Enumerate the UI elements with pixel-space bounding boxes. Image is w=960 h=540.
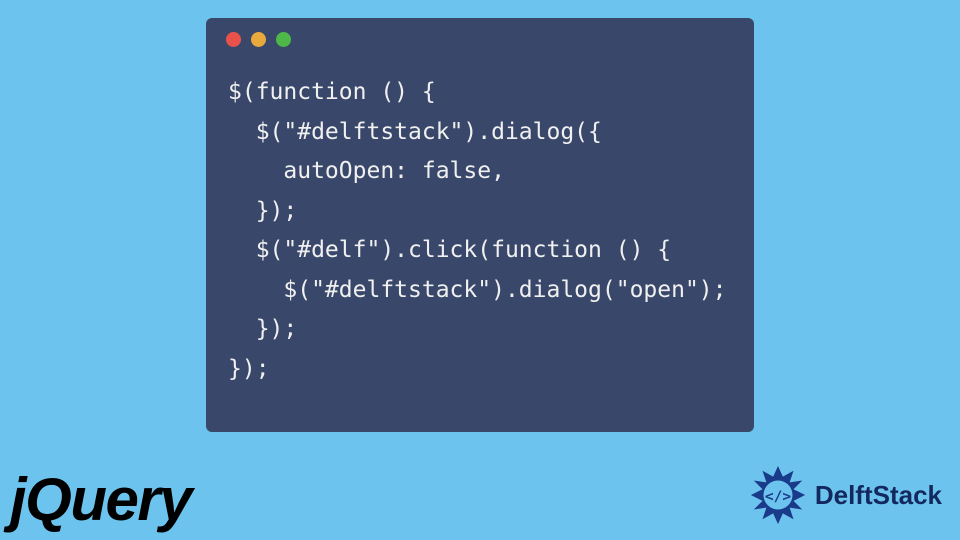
- jquery-logo-text: jQuery: [10, 466, 191, 533]
- delftstack-logo-text: DelftStack: [815, 480, 942, 511]
- code-line: $(function () {: [228, 79, 436, 105]
- code-line: });: [228, 356, 270, 382]
- code-line: $("#delftstack").dialog("open");: [228, 277, 727, 303]
- code-line: $("#delf").click(function () {: [228, 237, 671, 263]
- close-icon: [226, 32, 241, 47]
- window-controls: [206, 32, 754, 55]
- minimize-icon: [251, 32, 266, 47]
- code-block: $(function () { $("#delftstack").dialog(…: [206, 55, 754, 389]
- code-line: $("#delftstack").dialog({: [228, 119, 602, 145]
- code-line: autoOpen: false,: [228, 158, 505, 184]
- code-line: });: [228, 198, 297, 224]
- delftstack-logo: </> DelftStack: [747, 464, 942, 526]
- jquery-logo: jQuery: [10, 470, 191, 530]
- flower-icon: </>: [747, 464, 809, 526]
- maximize-icon: [276, 32, 291, 47]
- code-window: $(function () { $("#delftstack").dialog(…: [206, 18, 754, 432]
- svg-text:</>: </>: [765, 489, 791, 505]
- code-line: });: [228, 316, 297, 342]
